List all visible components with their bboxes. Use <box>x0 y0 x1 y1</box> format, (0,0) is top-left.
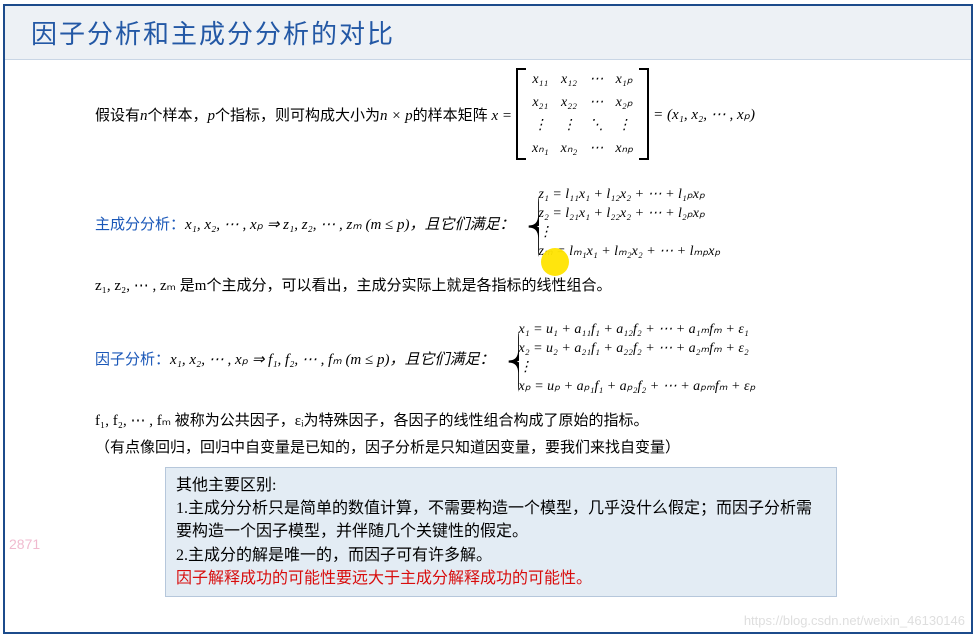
slide: 因子分析和主成分分析的对比 假设有n个样本，p个指标，则可构成大小为n × p的… <box>3 4 973 634</box>
header: 因子分析和主成分分析的对比 <box>5 6 971 60</box>
left-brace-icon: { <box>501 313 519 403</box>
intro-row: 假设有n个样本，p个指标，则可构成大小为n × p的样本矩阵 x = x₁₁x₁… <box>95 68 881 160</box>
fa-eq4: xₚ = uₚ + aₚ₁f₁ + aₚ₂f₂ + ⋯ + aₚₘfₘ + εₚ <box>519 378 756 395</box>
fa-eq2: x₂ = u₂ + a₂₁f₁ + a₂₂f₂ + ⋯ + a₂ₘfₘ + ε₂ <box>519 340 756 357</box>
pca-eq-dots: ⋮ <box>539 224 721 241</box>
sample-matrix: x₁₁x₁₂⋯x₁ₚ x₂₁x₂₂⋯x₂ₚ ⋮⋮⋱⋮ xₙ₁xₙ₂⋯xₙₚ <box>516 68 649 160</box>
left-brace-icon: { <box>521 178 539 268</box>
pca-label: 主成分分析： <box>95 213 185 234</box>
box-title: 其他主要区别: <box>176 474 826 497</box>
fa-eq1: x₁ = u₁ + a₁₁f₁ + a₁₂f₂ + ⋯ + a₁ₘfₘ + ε₁ <box>519 321 756 338</box>
fa-vars: x₁, x₂, ⋯ , xₚ ⇒ f₁, f₂, ⋯ , fₘ (m ≤ p)，… <box>170 348 494 369</box>
intro-after: = (x₁, x₂, ⋯ , xₚ) <box>653 105 755 124</box>
body: 假设有n个样本，p个指标，则可构成大小为n × p的样本矩阵 x = x₁₁x₁… <box>5 60 971 597</box>
differences-box: 其他主要区别: 1.主成分分析只是简单的数值计算，不需要构造一个模型，几乎没什么… <box>165 467 837 597</box>
pca-eq2: z₂ = l₂₁x₁ + l₂₂x₂ + ⋯ + l₂ₚxₚ <box>539 205 721 222</box>
pca-vars: x₁, x₂, ⋯ , xₚ ⇒ z₁, z₂, ⋯ , zₘ (m ≤ p)，… <box>185 213 515 234</box>
box-emphasis: 因子解释成功的可能性要远大于主成分解释成功的可能性。 <box>176 567 826 590</box>
watermark-right: https://blog.csdn.net/weixin_46130146 <box>744 613 965 628</box>
pca-after: z₁, z₂, ⋯ , zₘ 是m个主成分，可以看出，主成分实际上就是各指标的线… <box>95 274 881 295</box>
box-line-1: 1.主成分分析只是简单的数值计算，不需要构造一个模型，几乎没什么假定；而因子分析… <box>176 497 826 543</box>
pca-row: 主成分分析： x₁, x₂, ⋯ , xₚ ⇒ z₁, z₂, ⋯ , zₘ (… <box>95 178 881 268</box>
fa-eq-dots: ⋮ <box>519 359 756 376</box>
watermark-left: 2871 <box>9 536 40 552</box>
paren-note: （有点像回归，回归中自变量是已知的，因子分析是只知道因变量，要我们来找自变量） <box>95 436 881 457</box>
highlight-marker <box>541 248 569 276</box>
box-line-2: 2.主成分的解是唯一的，而因子可有许多解。 <box>176 544 826 567</box>
fa-row: 因子分析： x₁, x₂, ⋯ , xₚ ⇒ f₁, f₂, ⋯ , fₘ (m… <box>95 313 881 403</box>
page-title: 因子分析和主成分分析的对比 <box>31 20 395 49</box>
fa-equations: { x₁ = u₁ + a₁₁f₁ + a₁₂f₂ + ⋯ + a₁ₘfₘ + … <box>501 313 756 403</box>
pca-eq1: z₁ = l₁₁x₁ + l₁₂x₂ + ⋯ + l₁ₚxₚ <box>539 186 721 203</box>
fa-after: f₁, f₂, ⋯ , fₘ 被称为公共因子，εᵢ为特殊因子，各因子的线性组合构… <box>95 409 881 430</box>
intro-text: 假设有n个样本，p个指标，则可构成大小为n × p的样本矩阵 x = <box>95 104 512 125</box>
fa-label: 因子分析： <box>95 348 170 369</box>
